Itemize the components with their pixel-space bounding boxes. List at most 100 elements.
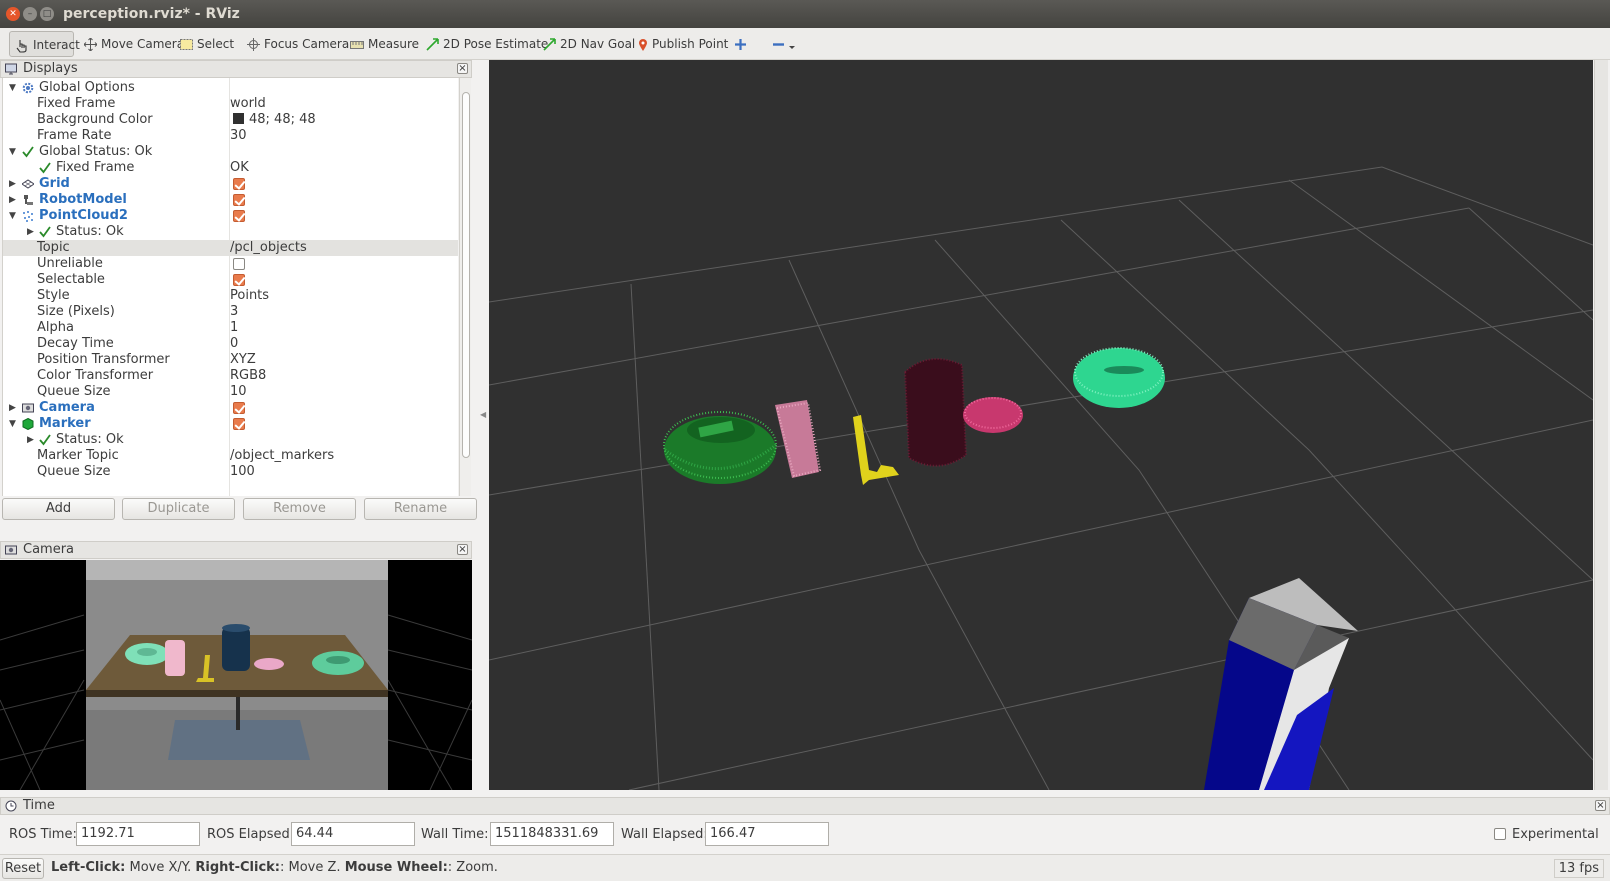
move-camera-label: Move Camera bbox=[101, 37, 185, 51]
window-close-button[interactable]: ✕ bbox=[6, 7, 20, 21]
window-maximize-button[interactable]: □ bbox=[40, 7, 54, 21]
expand-arrow-icon[interactable]: ▼ bbox=[9, 208, 19, 224]
splitter-handle-left[interactable]: ◀ bbox=[480, 410, 486, 419]
expand-arrow-icon[interactable]: ▼ bbox=[9, 416, 19, 432]
tree-row-global-status[interactable]: ▼ Global Status: Ok bbox=[3, 144, 458, 160]
tree-row-style[interactable]: Style Points bbox=[3, 288, 458, 304]
duplicate-display-button[interactable]: Duplicate bbox=[122, 498, 235, 520]
check-icon bbox=[39, 226, 51, 238]
marker-enabled-checkbox[interactable] bbox=[233, 418, 245, 430]
tree-row-global-options[interactable]: ▼ Global Options bbox=[3, 80, 458, 96]
collapse-arrow-icon[interactable]: ▶ bbox=[9, 176, 19, 192]
tree-row-background-color[interactable]: Background Color 48; 48; 48 bbox=[3, 112, 458, 128]
grid-enabled-checkbox[interactable] bbox=[233, 178, 245, 190]
pointcloud-pink-disc bbox=[963, 397, 1023, 433]
publish-point-tool-button[interactable]: Publish Point bbox=[638, 31, 728, 57]
tree-row-alpha[interactable]: Alpha 1 bbox=[3, 320, 458, 336]
tree-row-marker[interactable]: ▼ Marker bbox=[3, 416, 458, 432]
2d-pose-estimate-tool-button[interactable]: 2D Pose Estimate bbox=[426, 31, 548, 57]
unreliable-checkbox[interactable] bbox=[233, 258, 245, 270]
marker-topic-value[interactable]: /object_markers bbox=[230, 448, 334, 464]
queue-size-value[interactable]: 10 bbox=[230, 384, 247, 400]
scrollbar-thumb[interactable] bbox=[462, 92, 470, 458]
tree-row-fixed-frame-status[interactable]: Fixed Frame OK bbox=[3, 160, 458, 176]
add-tool-button[interactable] bbox=[734, 31, 751, 57]
frame-rate-value[interactable]: 30 bbox=[230, 128, 247, 144]
camera-enabled-checkbox[interactable] bbox=[233, 402, 245, 414]
collapse-arrow-icon[interactable]: ▶ bbox=[27, 224, 37, 240]
2d-nav-goal-tool-button[interactable]: 2D Nav Goal bbox=[543, 31, 635, 57]
focus-camera-tool-button[interactable]: Focus Camera bbox=[247, 31, 349, 57]
tree-row-robotmodel[interactable]: ▶ RobotModel bbox=[3, 192, 458, 208]
ros-elapsed-field[interactable]: 64.44 bbox=[291, 822, 415, 846]
row-label: Fixed Frame bbox=[37, 96, 116, 111]
check-icon bbox=[22, 146, 34, 158]
expand-arrow-icon[interactable]: ▼ bbox=[9, 80, 19, 96]
remove-display-button[interactable]: Remove bbox=[243, 498, 356, 520]
collapse-arrow-icon[interactable]: ▶ bbox=[9, 400, 19, 416]
time-panel-close-button[interactable]: × bbox=[1595, 800, 1606, 811]
alpha-value[interactable]: 1 bbox=[230, 320, 238, 336]
ros-time-label: ROS Time: bbox=[9, 827, 77, 842]
fixed-frame-value[interactable]: world bbox=[230, 96, 266, 112]
tree-row-size-pixels[interactable]: Size (Pixels) 3 bbox=[3, 304, 458, 320]
rename-display-button[interactable]: Rename bbox=[364, 498, 477, 520]
displays-scrollbar[interactable] bbox=[459, 78, 471, 496]
tree-row-fixed-frame[interactable]: Fixed Frame world bbox=[3, 96, 458, 112]
tree-row-camera[interactable]: ▶ Camera bbox=[3, 400, 458, 416]
add-display-button[interactable]: Add bbox=[2, 498, 115, 520]
camera-object-blue-can bbox=[222, 627, 250, 671]
tree-row-queue-size[interactable]: Queue Size 10 bbox=[3, 384, 458, 400]
collapse-arrow-icon[interactable]: ▶ bbox=[9, 192, 19, 208]
wall-elapsed-field[interactable]: 166.47 bbox=[705, 822, 829, 846]
camera-panel-close-button[interactable]: × bbox=[457, 544, 468, 555]
camera-object-blue-can-top bbox=[222, 624, 250, 632]
tree-row-position-transformer[interactable]: Position Transformer XYZ bbox=[3, 352, 458, 368]
experimental-checkbox[interactable] bbox=[1494, 828, 1506, 840]
tree-row-decay-time[interactable]: Decay Time 0 bbox=[3, 336, 458, 352]
topic-value[interactable]: /pcl_objects bbox=[230, 240, 307, 256]
hint-mouse-wheel-action: : Zoom. bbox=[447, 860, 498, 875]
position-transformer-value[interactable]: XYZ bbox=[230, 352, 256, 368]
displays-close-button[interactable]: × bbox=[457, 63, 468, 74]
background-color-value[interactable]: 48; 48; 48 bbox=[230, 112, 316, 128]
tree-row-marker-topic[interactable]: Marker Topic /object_markers bbox=[3, 448, 458, 464]
reset-button[interactable]: Reset bbox=[2, 858, 44, 879]
tree-row-pointcloud-status[interactable]: ▶ Status: Ok bbox=[3, 224, 458, 240]
tree-row-unreliable[interactable]: Unreliable bbox=[3, 256, 458, 272]
3d-render-view[interactable] bbox=[489, 60, 1593, 790]
camera-icon bbox=[22, 403, 34, 413]
point-cloud-icon bbox=[23, 211, 33, 222]
tree-row-color-transformer[interactable]: Color Transformer RGB8 bbox=[3, 368, 458, 384]
selectable-checkbox[interactable] bbox=[233, 274, 245, 286]
window-minimize-button[interactable]: – bbox=[23, 7, 37, 21]
fixed-frame-status-value: OK bbox=[230, 160, 249, 175]
tree-row-selectable[interactable]: Selectable bbox=[3, 272, 458, 288]
plus-icon bbox=[735, 39, 746, 50]
color-transformer-value[interactable]: RGB8 bbox=[230, 368, 266, 384]
marker-queue-size-value[interactable]: 100 bbox=[230, 464, 255, 480]
collapse-arrow-icon[interactable]: ▶ bbox=[27, 432, 37, 448]
tree-row-frame-rate[interactable]: Frame Rate 30 bbox=[3, 128, 458, 144]
interact-tool-button[interactable]: Interact bbox=[9, 31, 80, 57]
tree-row-grid[interactable]: ▶ Grid bbox=[3, 176, 458, 192]
expand-arrow-icon[interactable]: ▼ bbox=[9, 144, 19, 160]
tree-row-pointcloud2[interactable]: ▼ PointCloud2 bbox=[3, 208, 458, 224]
ruler-icon bbox=[350, 40, 364, 49]
wall-time-field[interactable]: 1511848331.69 bbox=[490, 822, 614, 846]
interact-label: Interact bbox=[33, 38, 80, 52]
move-camera-tool-button[interactable]: Move Camera bbox=[84, 31, 184, 57]
tree-row-marker-queue-size[interactable]: Queue Size 100 bbox=[3, 464, 458, 480]
style-value[interactable]: Points bbox=[230, 288, 269, 304]
size-pixels-value[interactable]: 3 bbox=[230, 304, 238, 320]
tree-row-topic[interactable]: Topic /pcl_objects bbox=[3, 240, 458, 256]
row-label: Marker Topic bbox=[37, 448, 119, 463]
pointcloud2-enabled-checkbox[interactable] bbox=[233, 210, 245, 222]
ros-time-field[interactable]: 1192.71 bbox=[76, 822, 200, 846]
robotmodel-enabled-checkbox[interactable] bbox=[233, 194, 245, 206]
remove-tool-dropdown[interactable] bbox=[771, 31, 801, 57]
tree-row-marker-status[interactable]: ▶ Status: Ok bbox=[3, 432, 458, 448]
decay-time-value[interactable]: 0 bbox=[230, 336, 238, 352]
select-tool-button[interactable]: Select bbox=[180, 31, 234, 57]
measure-tool-button[interactable]: Measure bbox=[350, 31, 419, 57]
